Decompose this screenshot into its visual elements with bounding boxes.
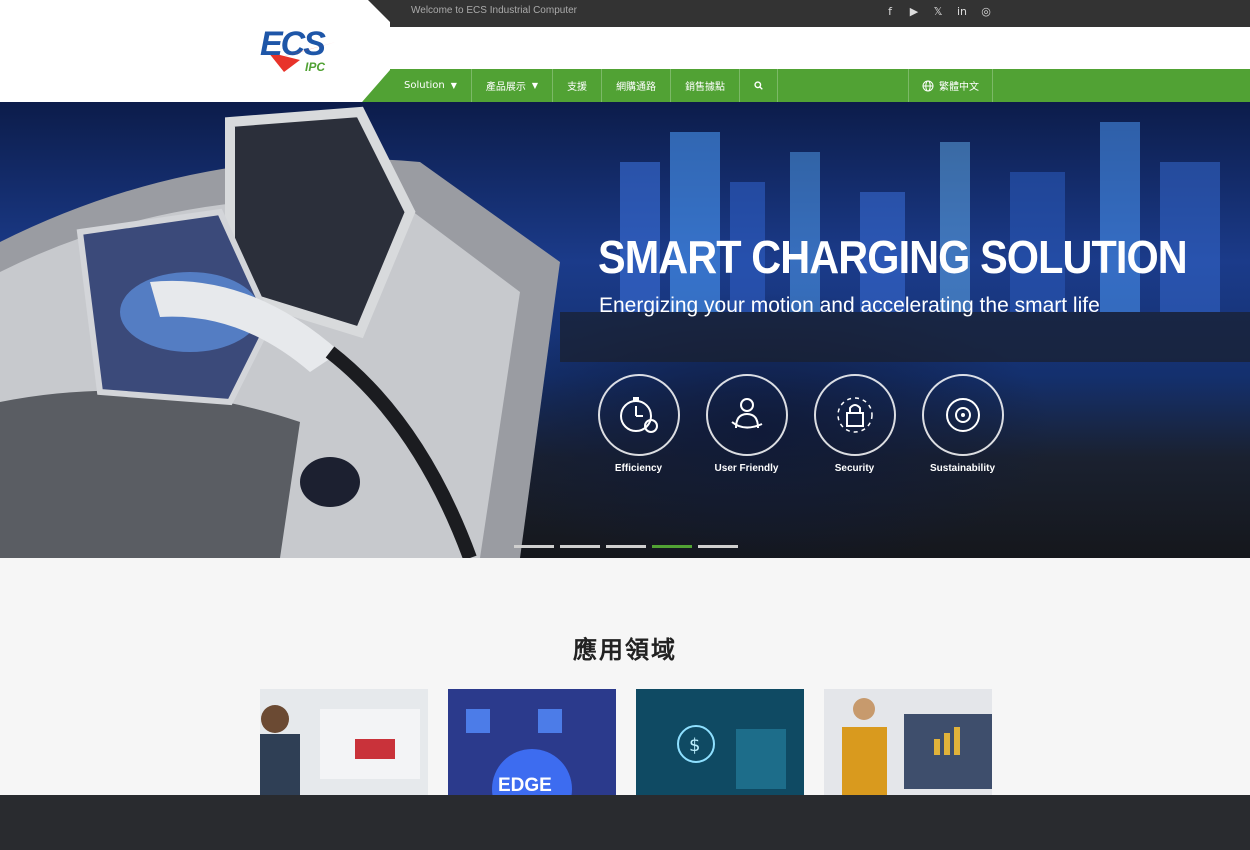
application-card-retail[interactable] xyxy=(260,689,428,799)
business-presentation-image xyxy=(824,689,992,799)
slider-pagination xyxy=(514,545,738,548)
hero-slider: SMART CHARGING SOLUTION Energizing your … xyxy=(0,102,1250,558)
retail-image xyxy=(260,689,428,799)
social-links: f ▶ 𝕏 in ◎ xyxy=(884,5,992,19)
ecs-ipc-logo[interactable]: ECS IPC xyxy=(0,0,390,102)
nav-products-label: 產品展示 xyxy=(485,82,526,93)
nav-sales-locations-label: 銷售據點 xyxy=(685,82,726,93)
logo-sub: IPC xyxy=(305,60,325,74)
slider-dot[interactable] xyxy=(698,545,738,548)
slider-dot[interactable] xyxy=(652,545,692,548)
nav-sales-locations[interactable]: 銷售據點 xyxy=(671,69,741,102)
card-edge-label: EDGE xyxy=(498,775,552,796)
language-label: 繁體中文 xyxy=(939,82,979,93)
nav-online-store[interactable]: 網購通路 xyxy=(602,69,672,102)
application-card-fintech[interactable]: $ xyxy=(636,689,804,799)
nav-solution-label: Solution xyxy=(404,80,445,91)
globe-icon xyxy=(922,80,934,91)
recycle-gear-icon xyxy=(945,398,980,432)
application-card-edge[interactable]: EDGE xyxy=(448,689,616,799)
hero-subtitle: Energizing your motion and accelerating … xyxy=(599,294,1100,317)
logo-area: ECS IPC xyxy=(0,0,390,102)
feature-list: Efficiency User Friendly Security Sustai… xyxy=(597,374,1004,474)
slider-dot[interactable] xyxy=(560,545,600,548)
fintech-image: $ xyxy=(636,689,804,799)
nav-support[interactable]: 支援 xyxy=(553,69,603,102)
feature-label: Sustainability xyxy=(929,463,995,474)
instagram-icon[interactable]: ◎ xyxy=(980,5,992,19)
nav-products[interactable]: 產品展示 ▼ xyxy=(472,69,554,102)
feature-sustainability: Sustainability xyxy=(921,374,1004,474)
lock-icon xyxy=(836,397,873,433)
section-title: 應用領域 xyxy=(573,636,677,664)
ev-car-charging-image xyxy=(0,106,560,558)
svg-text:$: $ xyxy=(689,735,700,756)
header-whitespace xyxy=(390,27,1250,69)
language-selector[interactable]: 繁體中文 xyxy=(908,69,993,102)
footer xyxy=(0,795,1250,850)
welcome-text: Welcome to ECS Industrial Computer xyxy=(411,5,577,16)
feature-label: Security xyxy=(834,463,875,474)
application-cards: EDGE $ xyxy=(260,689,992,799)
page: Welcome to ECS Industrial Computer f ▶ 𝕏… xyxy=(0,0,1250,850)
youtube-icon[interactable]: ▶ xyxy=(908,5,920,19)
hero-title: SMART CHARGING SOLUTION xyxy=(598,231,1188,283)
feature-efficiency: Efficiency xyxy=(597,374,680,474)
feature-label: User Friendly xyxy=(714,463,779,474)
slider-dot[interactable] xyxy=(606,545,646,548)
search-button[interactable] xyxy=(740,69,779,102)
chevron-down-icon: ▼ xyxy=(531,81,539,90)
main-nav: Solution ▼ 產品展示 ▼ 支援 網購通路 銷售據點 xyxy=(390,69,779,102)
user-hand-icon xyxy=(730,398,762,429)
application-card-business[interactable] xyxy=(824,689,992,799)
edge-computing-image: EDGE xyxy=(448,689,616,799)
feature-security: Security xyxy=(813,374,896,474)
logo-brand: ECS xyxy=(260,25,326,63)
chevron-down-icon: ▼ xyxy=(450,81,457,90)
nav-solution[interactable]: Solution ▼ xyxy=(390,69,472,102)
nav-support-label: 支援 xyxy=(567,82,588,93)
slider-dot[interactable] xyxy=(514,545,554,548)
feature-label: Efficiency xyxy=(614,463,663,474)
nav-online-store-label: 網購通路 xyxy=(616,82,657,93)
linkedin-icon[interactable]: in xyxy=(956,5,968,19)
search-icon xyxy=(754,81,763,90)
feature-user-friendly: User Friendly xyxy=(705,374,788,474)
facebook-icon[interactable]: f xyxy=(884,5,896,19)
stopwatch-gear-icon xyxy=(619,397,658,433)
x-icon[interactable]: 𝕏 xyxy=(932,5,944,19)
